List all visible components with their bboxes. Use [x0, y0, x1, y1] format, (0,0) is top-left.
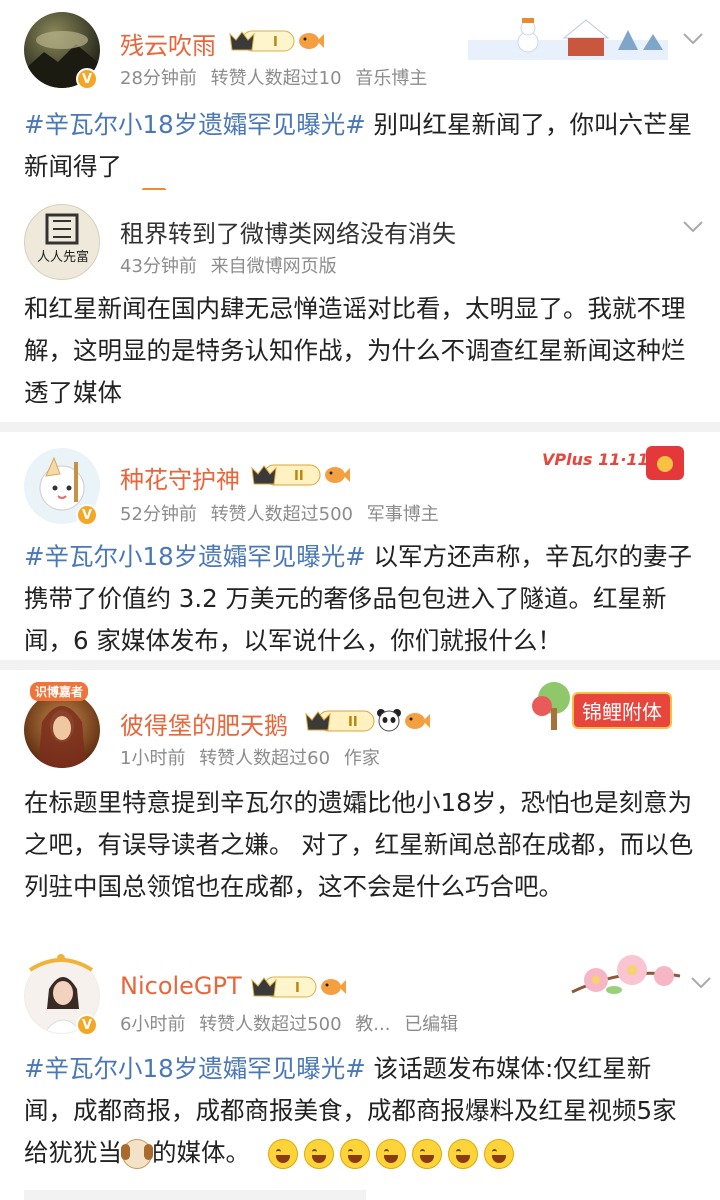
- repost-stat: 转赞人数超过10: [210, 68, 342, 89]
- topic-link[interactable]: #辛瓦尔小18岁遗孀罕见曝光#: [24, 110, 366, 139]
- post-text: 在标题里特意提到辛瓦尔的遗孀比他小18岁，恐怕也是刻意为之吧，有误导读者之嫌。 …: [24, 788, 694, 901]
- crown-level-icon: II: [251, 464, 321, 486]
- source: 来自微博网页版: [210, 256, 337, 277]
- user-tag: 作家: [343, 748, 380, 769]
- chevron-down-icon[interactable]: [690, 976, 712, 990]
- post-body-end: 的媒体。: [152, 1138, 250, 1167]
- fish-icon: [321, 979, 346, 995]
- post-meta: 43分钟前 来自微博网页版: [120, 252, 345, 278]
- embedded-card-edge: [24, 1190, 366, 1200]
- repost-stat: 转赞人数超过500: [199, 1014, 342, 1035]
- post-card: 人人先富 租界转到了微博类网络没有消失 43分钟前 来自微博网页版 和红星新闻在…: [0, 190, 720, 422]
- post-meta: 6小时前 转赞人数超过500 教... 已编辑: [120, 1010, 466, 1036]
- laugh-cry-emoji: [339, 1139, 370, 1169]
- user-tag: 音乐博主: [355, 68, 428, 89]
- laugh-cry-emoji: [447, 1139, 478, 1169]
- post-meta: 52分钟前 转赞人数超过500 军事博主: [120, 500, 447, 526]
- user-tag: 军事博主: [366, 504, 439, 525]
- level-label: II: [294, 469, 304, 484]
- koi-decoration: 锦鲤附体: [524, 678, 694, 734]
- level-label: I: [273, 35, 278, 50]
- post-text: #辛瓦尔小18岁遗孀罕见曝光# 该话题发布媒体:仅红星新闻，成都商报，成都商报美…: [24, 1048, 700, 1174]
- post-meta: 28分钟前 转赞人数超过10 音乐博主: [120, 64, 435, 90]
- level-label: II: [348, 715, 358, 730]
- laugh-cry-emoji: [303, 1139, 334, 1169]
- fish-icon: [405, 713, 430, 729]
- crown-decoration-icon: [28, 954, 94, 972]
- verified-icon: V: [76, 504, 98, 526]
- edited-label: 已编辑: [404, 1014, 459, 1035]
- username[interactable]: NicoleGPT: [120, 972, 242, 1000]
- verified-icon: V: [76, 1014, 98, 1036]
- user-tag: 教...: [355, 1014, 391, 1035]
- post-card: V 残云吹雨 I 28分钟前 转赞人数超过10 音乐博主 #辛瓦尔小18岁遗孀罕…: [0, 0, 720, 190]
- fish-icon: [299, 33, 324, 49]
- username[interactable]: 残云吹雨: [120, 26, 216, 61]
- laugh-cry-emoji: [375, 1139, 406, 1169]
- post-text: 和红星新闻在国内肆无忌惮造谣对比看，太明显了。我就不理解，这明显的是特务认知作战…: [24, 294, 686, 407]
- chevron-down-icon[interactable]: [682, 220, 704, 234]
- timestamp: 28分钟前: [120, 68, 197, 89]
- crown-level-icon: II: [305, 710, 375, 732]
- red-envelope-icon: [646, 446, 684, 480]
- avatar-lettering: 人人先富: [37, 249, 89, 265]
- timestamp: 43分钟前: [120, 256, 197, 277]
- post-text: #辛瓦尔小18岁遗孀罕见曝光# 以军方还声称，辛瓦尔的妻子携带了价值约 3.2 …: [24, 536, 704, 662]
- post-meta: 1小时前 转赞人数超过60 作家: [120, 744, 388, 770]
- repost-stat: 转赞人数超过500: [210, 504, 353, 525]
- calligraphy-avatar: 人人先富: [37, 213, 89, 265]
- post-card: V 种花守护神 II VPlus 11·11 52分钟前 转赞人数超过500 军…: [0, 432, 720, 660]
- avatar[interactable]: 人人先富: [24, 204, 100, 280]
- crown-level-icon: I: [251, 976, 317, 998]
- crown-level-icon: I: [229, 30, 295, 52]
- verified-icon: V: [76, 68, 98, 90]
- level-label: I: [295, 981, 300, 996]
- panda-icon: [377, 709, 401, 732]
- topic-link[interactable]: #辛瓦尔小18岁遗孀罕见曝光#: [24, 542, 366, 571]
- koi-label: 锦鲤附体: [572, 692, 672, 729]
- username[interactable]: 种花守护神: [120, 460, 240, 495]
- timestamp: 52分钟前: [120, 504, 197, 525]
- vplus-label: VPlus 11·11: [542, 450, 649, 469]
- repost-stat: 转赞人数超过60: [199, 748, 331, 769]
- avatar-badge: 识博嘉者: [30, 682, 89, 701]
- laugh-cry-emoji: [411, 1139, 442, 1169]
- laugh-cry-emoji: [267, 1139, 298, 1169]
- username[interactable]: 彼得堡的肥天鹅: [120, 706, 288, 741]
- fish-icon: [325, 467, 350, 483]
- post-text: #辛瓦尔小18岁遗孀罕见曝光# 别叫红星新闻了，你叫六芒星新闻得了: [24, 104, 696, 188]
- laugh-cry-emoji: [483, 1139, 514, 1169]
- winter-scene-decoration: [468, 18, 668, 60]
- flower-decoration: [571, 955, 681, 994]
- username[interactable]: 租界转到了微博类网络没有消失: [120, 214, 456, 249]
- chevron-down-icon[interactable]: [682, 32, 704, 46]
- post-card: V NicoleGPT I 6小时前 转赞人数超过500 教... 已编辑 #辛…: [0, 942, 720, 1200]
- painting-avatar: [38, 706, 86, 768]
- timestamp: 6小时前: [120, 1014, 186, 1035]
- separator: [0, 422, 720, 432]
- timestamp: 1小时前: [120, 748, 186, 769]
- avatar[interactable]: [24, 692, 100, 768]
- vplus-decoration: VPlus 11·11: [542, 440, 692, 490]
- separator: [0, 660, 720, 670]
- dog-emoji: [121, 1139, 153, 1169]
- post-card: 识博嘉者 彼得堡的肥天鹅 II 锦鲤附体 1小时前 转赞人数超过60 作家 在标…: [0, 670, 720, 942]
- topic-link[interactable]: #辛瓦尔小18岁遗孀罕见曝光#: [24, 1054, 366, 1083]
